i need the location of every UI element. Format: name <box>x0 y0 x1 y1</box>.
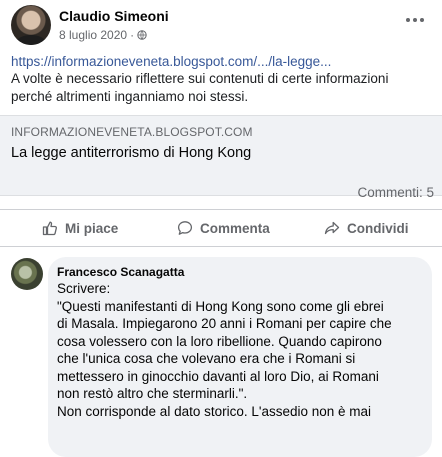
post-link[interactable]: https://informazioneveneta.blogspot.com/… <box>11 54 331 69</box>
comment-label: Commenta <box>200 220 270 236</box>
share-label: Condividi <box>347 220 409 236</box>
post-actions-bar: Mi piace Commenta Condividi <box>0 209 442 247</box>
comment-line: "Questi manifestanti di Hong Kong sono c… <box>57 298 384 314</box>
more-dot-icon <box>413 18 417 22</box>
comment-line: cosa volessero con la loro ribellione. Q… <box>57 333 382 349</box>
preview-title[interactable]: La legge antiterrorismo di Hong Kong <box>11 145 251 161</box>
author-avatar[interactable] <box>11 5 51 45</box>
comment-text: Scrivere: "Questi manifestanti di Hong K… <box>57 280 429 420</box>
more-options-button[interactable] <box>402 12 428 28</box>
comment-line: non restò altro che sterminarli.". <box>57 386 248 401</box>
post-date[interactable]: 8 luglio 2020 <box>59 28 127 42</box>
comment-button[interactable]: Commenta <box>177 210 270 246</box>
more-dot-icon <box>420 18 424 22</box>
comment-line: Non corrisponde al dato storico. L'assed… <box>57 403 372 419</box>
comment-line: mettessero in ginocchio davanti al loro … <box>57 368 379 384</box>
comment-line: che l'unica cosa che volevano era che i … <box>57 351 356 366</box>
like-button[interactable]: Mi piace <box>42 210 118 246</box>
comment-line: di Masala. Impiegarono 20 anni i Romani … <box>57 316 392 331</box>
commenter-name[interactable]: Francesco Scanagatta <box>57 265 184 279</box>
preview-domain: INFORMAZIONEVENETA.BLOGSPOT.COM <box>11 125 253 139</box>
more-dot-icon <box>406 18 410 22</box>
commenter-avatar[interactable] <box>11 258 43 290</box>
post-author-name[interactable]: Claudio Simeoni <box>59 8 169 24</box>
link-preview[interactable]: INFORMAZIONEVENETA.BLOGSPOT.COM La legge… <box>0 115 442 196</box>
post-meta: 8 luglio 2020 · <box>59 28 147 42</box>
share-button[interactable]: Condividi <box>324 210 409 246</box>
post-text: A volte è necessario riflettere sui cont… <box>11 71 389 104</box>
comment-bubble-icon <box>177 221 193 235</box>
comments-count[interactable]: Commenti: 5 <box>357 185 434 200</box>
like-label: Mi piace <box>65 220 119 236</box>
thumbs-up-icon <box>42 221 57 236</box>
share-arrow-icon <box>324 221 340 235</box>
comment-line: Scrivere: <box>57 281 111 296</box>
globe-icon <box>137 30 147 40</box>
